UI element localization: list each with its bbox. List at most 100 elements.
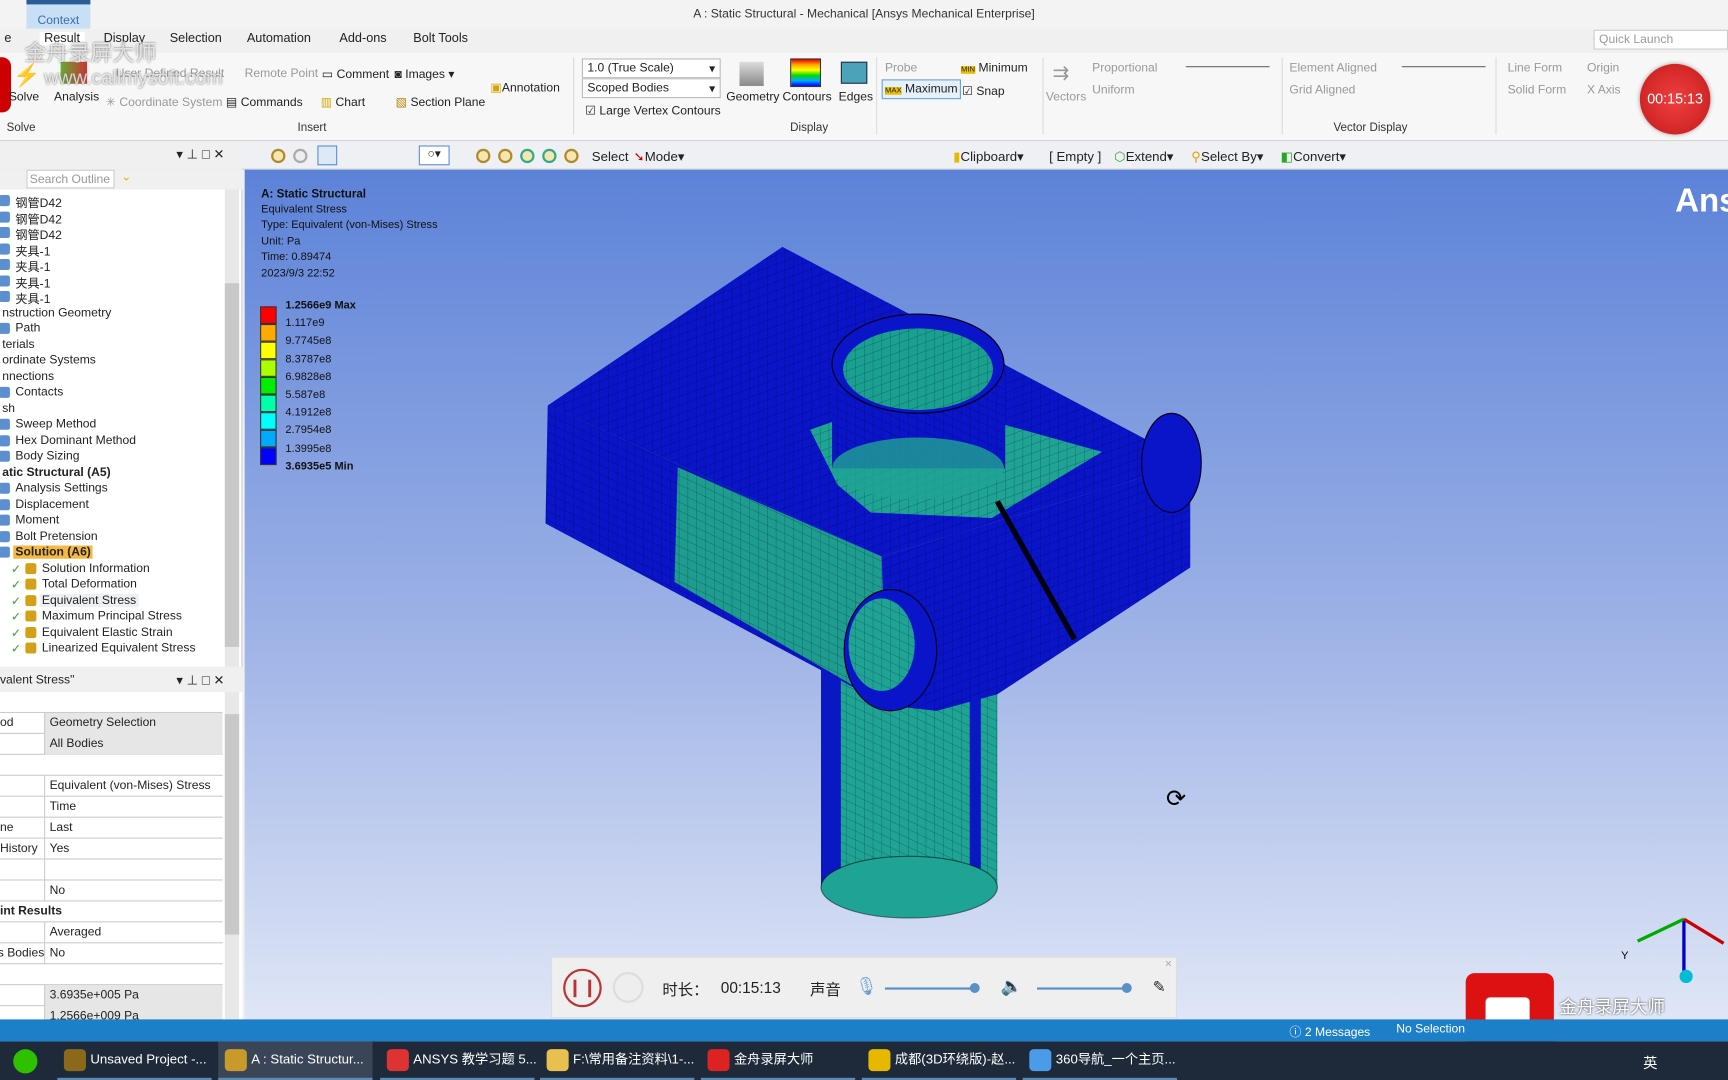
stop-button[interactable] [612, 971, 644, 1003]
analysis-button[interactable]: Analysis [54, 90, 99, 103]
tree-node-icon [0, 211, 10, 223]
edges-button[interactable]: Edges [839, 90, 873, 103]
geometry-button[interactable]: Geometry [726, 90, 779, 103]
pen-icon[interactable]: ✎ [1153, 978, 1166, 997]
taskbar-item[interactable]: 金舟录屏大师 [700, 1041, 856, 1080]
tree-item-label: Maximum Principal Stress [41, 609, 182, 623]
clipboard-dropdown[interactable]: ▮Clipboard▾ [953, 149, 1024, 164]
tab-automation[interactable]: Automation [247, 32, 311, 45]
scale-select[interactable]: 1.0 (True Scale) ▾ [581, 58, 721, 79]
extend-dropdown[interactable]: ⬡Extend▾ [1114, 149, 1173, 164]
rotate-mode-button[interactable]: ○▾ [418, 145, 450, 166]
zoom-window-icon[interactable] [542, 148, 557, 164]
scope-select[interactable]: Scoped Bodies ▾ [581, 78, 721, 99]
messages-link[interactable]: ⓘ 2 Messages [1289, 1023, 1370, 1041]
solid-form-button[interactable]: Solid Form [1508, 84, 1567, 97]
convert-dropdown[interactable]: ◧Convert▾ [1281, 149, 1346, 164]
zoom-fit-icon[interactable] [476, 148, 491, 164]
section-plane-button[interactable]: ▧ Section Plane [396, 95, 486, 109]
ime-indicator[interactable]: 英 [1643, 1051, 1657, 1072]
solve-button[interactable]: Solve [9, 90, 39, 103]
taskbar-item[interactable]: 成都(3D环绕版)-赵... [861, 1041, 1017, 1080]
speaker-icon[interactable]: 🔈 [1001, 975, 1023, 997]
details-section-row[interactable] [0, 692, 223, 714]
uniform-button[interactable]: Uniform [1092, 84, 1134, 97]
mic-volume-slider[interactable] [884, 983, 980, 993]
taskbar-item[interactable]: Unsaved Project -... [57, 1041, 212, 1080]
commands-button[interactable]: ▤ Commands [226, 95, 303, 109]
comment-button[interactable]: ▭ Comment [322, 67, 389, 81]
origin-button[interactable]: Origin [1587, 62, 1619, 75]
minimum-button[interactable]: MIN Minimum [960, 62, 1028, 75]
tab-bolt-tools[interactable]: Bolt Tools [413, 32, 468, 45]
taskbar-item[interactable]: 360导航_一个主页... [1022, 1041, 1177, 1080]
wechat-icon[interactable] [13, 1049, 38, 1074]
tab-home[interactable]: e [4, 32, 11, 45]
element-aligned-button[interactable]: Element Aligned [1289, 62, 1377, 75]
pane-controls[interactable]: ▾ ⊥ □ ✕ [176, 672, 224, 687]
details-row[interactable]: Averaged [0, 922, 223, 944]
shaded-view-button[interactable] [317, 145, 338, 166]
mode-dropdown[interactable]: ➘Mode▾ [634, 149, 685, 164]
details-section-row[interactable]: int Results [0, 901, 223, 923]
details-row[interactable] [0, 859, 223, 881]
tree-node-icon [0, 386, 10, 398]
contours-button[interactable]: Contours [782, 90, 831, 103]
chart-button[interactable]: ▥ Chart [321, 95, 365, 109]
speaker-volume-slider[interactable] [1037, 983, 1132, 993]
graphics-viewport[interactable]: A: Static Structural Equivalent Stress T… [244, 169, 1728, 1020]
large-vertex-contours-checkbox[interactable]: ☑ Large Vertex Contours [585, 104, 721, 118]
grid-aligned-button[interactable]: Grid Aligned [1289, 84, 1355, 97]
taskbar-item[interactable]: A : Static Structur... [218, 1041, 373, 1080]
coordinate-system-button[interactable]: ✳ Coordinate System [106, 95, 223, 109]
proportional-button[interactable]: Proportional [1092, 62, 1157, 75]
select-by-dropdown[interactable]: ⚲Select By▾ [1191, 149, 1263, 164]
zoom-selection-icon[interactable] [520, 148, 535, 164]
select-button[interactable]: Select [592, 149, 629, 164]
details-row[interactable]: Equivalent (von-Mises) Stress [0, 775, 223, 797]
tree-item-label: nstruction Geometry [2, 305, 112, 320]
model-view[interactable]: Y ⟳ [245, 170, 1728, 1020]
property-name: od [0, 716, 14, 730]
zoom-out-icon[interactable] [293, 148, 308, 164]
zoom-in-icon[interactable] [271, 148, 286, 164]
pane-controls[interactable]: ▾ ⊥ □ ✕ [176, 147, 224, 162]
vector-length-slider[interactable] [1185, 66, 1270, 68]
images-button[interactable]: ◙ Images ▾ [395, 67, 455, 81]
vectors-button[interactable]: Vectors [1046, 90, 1086, 103]
tab-selection[interactable]: Selection [170, 32, 222, 45]
microphone-icon[interactable]: 🎙 [855, 975, 877, 997]
grid-density-slider[interactable] [1401, 66, 1486, 68]
details-section-row[interactable] [0, 964, 223, 986]
details-section-row[interactable] [0, 755, 223, 776]
tree-node-icon [0, 498, 10, 510]
remote-point-button[interactable]: Remote Point [245, 67, 318, 80]
details-row[interactable]: History Yes [0, 838, 223, 860]
tab-add-ons[interactable]: Add-ons [339, 32, 386, 45]
details-row[interactable]: Time [0, 796, 223, 818]
zoom-previous-icon[interactable] [564, 148, 579, 164]
taskbar-item[interactable]: ANSYS 教学习题 5... [380, 1041, 537, 1080]
outline-scrollbar[interactable] [224, 189, 240, 667]
search-outline-input[interactable]: Search Outline [26, 169, 115, 189]
details-row[interactable]: s Bodies No [0, 943, 223, 965]
details-scrollbar[interactable] [224, 692, 240, 1020]
maximum-button[interactable]: MAX Maximum [881, 79, 961, 100]
pause-button[interactable]: ❙❙ [563, 968, 602, 1008]
details-row[interactable]: No [0, 880, 223, 902]
zoom-box-icon[interactable] [498, 148, 513, 164]
annotation-button[interactable]: ▣Annotation [490, 80, 559, 95]
details-row[interactable]: 3.6935e+005 Pa [0, 985, 223, 1007]
details-row[interactable]: ne Last [0, 817, 223, 839]
close-icon[interactable]: × [1165, 958, 1172, 971]
line-form-button[interactable]: Line Form [1508, 62, 1563, 75]
taskbar-item[interactable]: F:\常用备注资料\1-... [539, 1041, 694, 1080]
result-cube-icon [25, 610, 37, 622]
recording-timer-badge[interactable]: 00:15:13 [1639, 63, 1711, 135]
probe-button[interactable]: Probe [885, 62, 917, 75]
filter-chevron-icon[interactable]: ⌄ [121, 170, 131, 184]
x-axis-button[interactable]: X Axis [1587, 84, 1621, 97]
details-row[interactable]: All Bodies [0, 733, 223, 755]
details-row[interactable]: od Geometry Selection [0, 713, 223, 734]
snap-checkbox[interactable]: ☑ Snap [962, 84, 1005, 98]
